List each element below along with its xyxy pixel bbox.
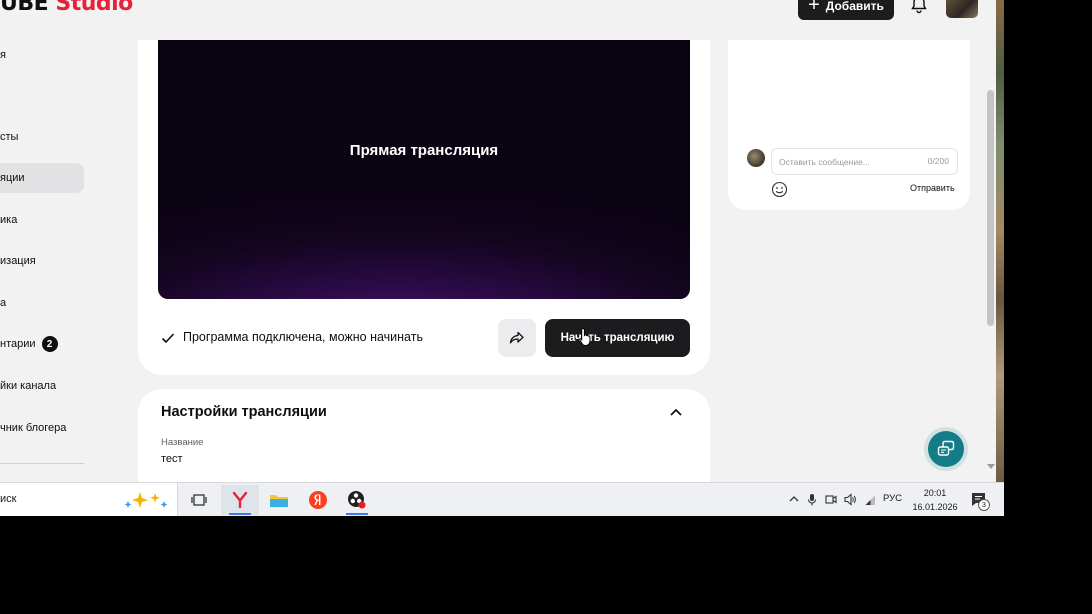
- chat-char-counter: 0/200: [927, 156, 949, 166]
- sidebar-item-label: я: [0, 49, 6, 61]
- sidebar-item-label: нтарии: [0, 338, 36, 350]
- sidebar-item-label: а: [0, 297, 7, 309]
- obs-icon[interactable]: [338, 485, 376, 515]
- sidebar-item-label: сты: [0, 131, 19, 143]
- chat-send-button[interactable]: Отправить: [910, 183, 955, 193]
- file-explorer-icon[interactable]: [260, 485, 298, 515]
- task-view-glyph-icon: [191, 494, 207, 506]
- hand-cursor-icon: [579, 327, 591, 346]
- notification-count-badge: 3: [978, 499, 990, 511]
- sparkle-icon: [124, 492, 168, 508]
- chevron-up-icon[interactable]: [668, 405, 684, 419]
- running-app-indicator: [346, 513, 368, 515]
- notifications-bell-icon[interactable]: [908, 0, 930, 16]
- sidebar-item-blogger-guide[interactable]: чник блогера: [0, 413, 84, 443]
- title-field-label: Название: [161, 437, 204, 448]
- yandex-browser-icon[interactable]: [221, 485, 259, 515]
- yandex-logo-icon: [309, 491, 327, 509]
- logo-text-left: UBE: [0, 0, 49, 16]
- sidebar-item-channel-settings[interactable]: йки канала: [0, 371, 84, 401]
- emoji-icon[interactable]: [771, 181, 788, 198]
- chat-message-input[interactable]: Оставить сообщение... 0/200: [771, 148, 958, 175]
- connection-status-text: Программа подключена, можно начинать: [183, 330, 423, 344]
- scrollbar-thumb[interactable]: [987, 90, 994, 326]
- clock-date: 16.01.2026: [912, 502, 958, 512]
- preview-title: Прямая трансляция: [349, 142, 499, 159]
- chat-bubbles-icon: [937, 440, 955, 456]
- wifi-icon[interactable]: [864, 493, 876, 506]
- obs-logo-icon: [348, 491, 366, 509]
- chevron-up-tray-icon[interactable]: [788, 493, 800, 506]
- title-field[interactable]: тест: [161, 453, 183, 465]
- logo-text-studio: Studio: [55, 0, 133, 16]
- account-avatar[interactable]: [946, 0, 978, 18]
- sidebar: я сты яции ика изация а нтарии 2 йки кан…: [0, 40, 100, 480]
- active-app-indicator: [229, 513, 251, 515]
- chat-input-placeholder: Оставить сообщение...: [779, 157, 870, 167]
- sidebar-item-analytics[interactable]: ика: [0, 205, 84, 235]
- scroll-down-arrow-icon[interactable]: [987, 464, 995, 469]
- start-broadcast-button[interactable]: Начать трансляцию: [545, 319, 690, 357]
- sidebar-item-monetization[interactable]: изация: [0, 246, 84, 276]
- yandex-icon[interactable]: [299, 485, 337, 515]
- sidebar-divider: [0, 463, 84, 464]
- folder-icon: [270, 495, 288, 507]
- stream-preview[interactable]: Прямая трансляция: [158, 40, 690, 299]
- sidebar-item-label: ика: [0, 214, 18, 226]
- sidebar-item-label: изация: [0, 255, 36, 267]
- comments-count-badge: 2: [41, 336, 58, 352]
- taskbar-search-text: иск: [0, 493, 17, 505]
- microphone-icon[interactable]: [806, 493, 818, 506]
- sidebar-item-misc[interactable]: а: [0, 288, 84, 318]
- settings-title: Настройки трансляции: [161, 404, 327, 420]
- add-button-label: Добавить: [825, 0, 884, 13]
- sidebar-item-broadcasts[interactable]: яции: [0, 163, 84, 193]
- help-chat-button[interactable]: [928, 431, 964, 467]
- share-button[interactable]: [498, 319, 536, 357]
- clock-time: 20:01: [923, 488, 947, 498]
- page-scrollbar[interactable]: [985, 0, 996, 476]
- input-language[interactable]: РУС: [883, 493, 902, 504]
- sidebar-item-content[interactable]: сты: [0, 122, 84, 152]
- task-view-icon[interactable]: [180, 485, 218, 515]
- sidebar-item-label: яции: [0, 172, 25, 184]
- camera-icon[interactable]: [825, 493, 837, 506]
- studio-logo[interactable]: UBE Studio: [0, 0, 133, 16]
- chat-user-avatar: [747, 149, 765, 167]
- speaker-icon[interactable]: [844, 493, 856, 506]
- taskbar-search[interactable]: иск: [0, 483, 178, 516]
- add-button[interactable]: + Добавить: [798, 0, 894, 20]
- plus-icon: +: [808, 0, 820, 16]
- stream-card: Прямая трансляция Программа подключена, …: [138, 40, 710, 375]
- stream-status-row: Программа подключена, можно начинать Нач…: [158, 319, 690, 357]
- clock[interactable]: 20:01 16.01.2026: [906, 486, 964, 514]
- windows-taskbar: иск РУС 20:01 16.01.2026 3: [0, 482, 1004, 516]
- sidebar-item-comments[interactable]: нтарии 2: [0, 329, 84, 359]
- live-chat-card: Оставить сообщение... 0/200 Отправить: [728, 40, 970, 210]
- share-icon: [509, 331, 524, 344]
- yandex-browser-glyph-icon: [232, 491, 248, 509]
- sidebar-item-panel[interactable]: я: [0, 40, 84, 70]
- browser-viewport: UBE Studio + Добавить я сты яции ика иза…: [0, 0, 1004, 516]
- check-icon: [161, 333, 175, 344]
- sidebar-item-label: чник блогера: [0, 422, 67, 434]
- top-bar: UBE Studio + Добавить: [0, 0, 985, 40]
- sidebar-item-label: йки канала: [0, 380, 57, 392]
- desktop-wallpaper-edge: [996, 0, 1004, 482]
